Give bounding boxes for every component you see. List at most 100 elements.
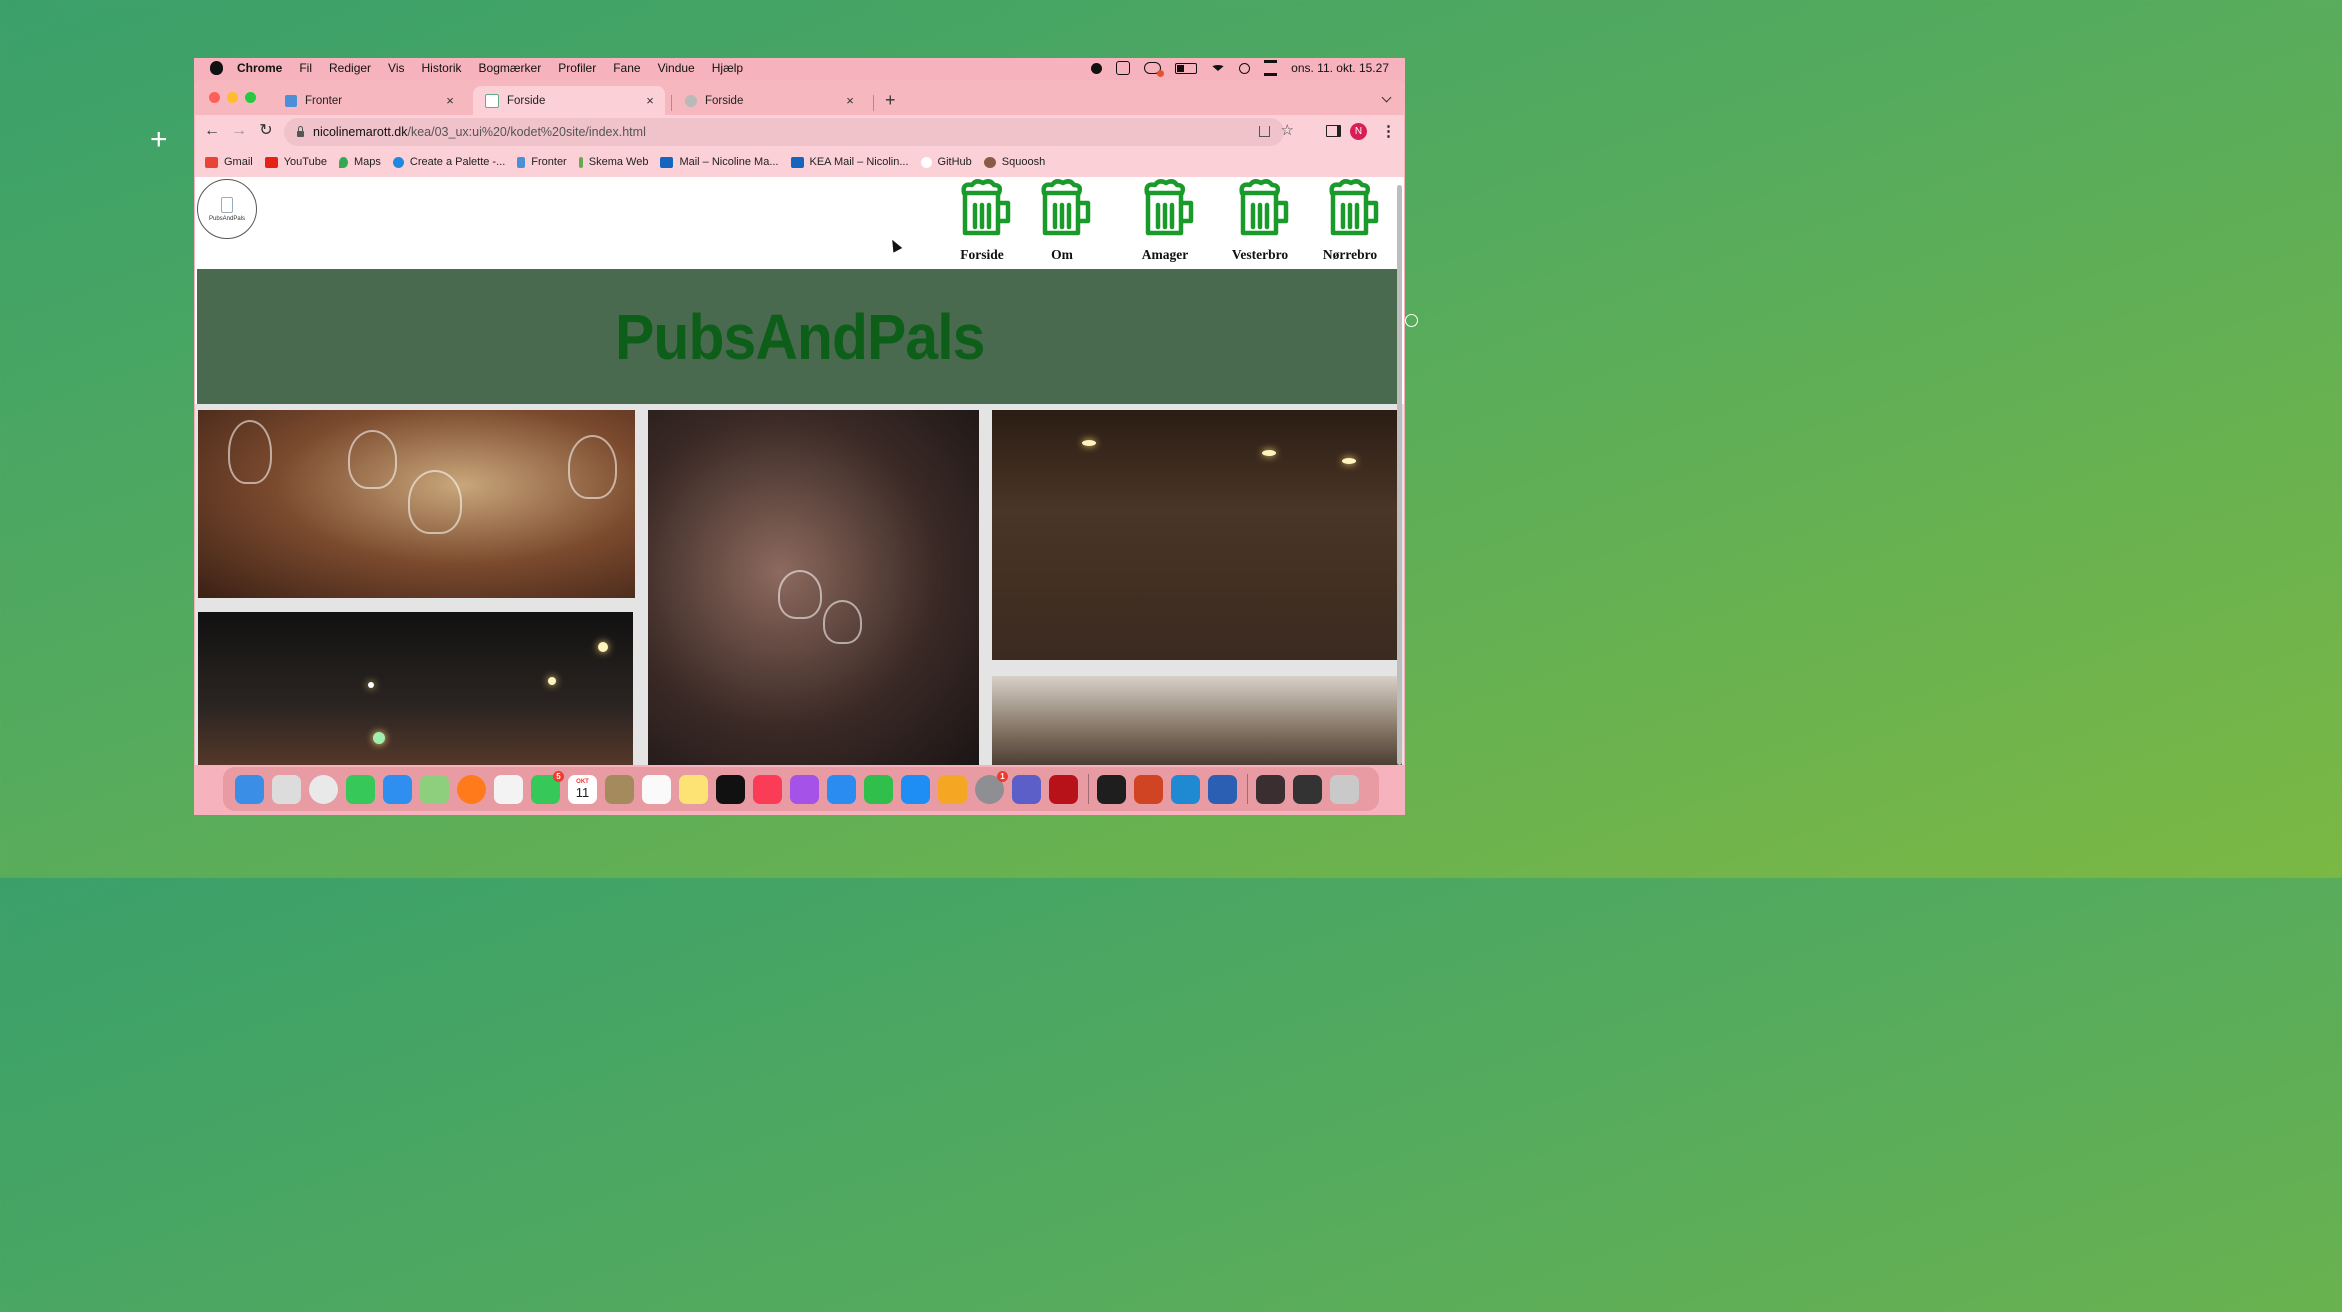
nav-amager[interactable]: Amager — [1125, 179, 1205, 263]
music-icon[interactable] — [753, 774, 782, 804]
menubar-clock[interactable]: ons. 11. okt. 15.27 — [1291, 61, 1389, 75]
figma-menubar-icon[interactable] — [1116, 61, 1131, 75]
site-logo[interactable]: PubsAndPals — [197, 179, 257, 239]
zoom-window-button[interactable] — [245, 92, 256, 103]
menu-vis[interactable]: Vis — [388, 61, 404, 75]
browser-menu-icon[interactable]: ⋮ — [1381, 122, 1396, 140]
figma-icon[interactable] — [1097, 774, 1126, 804]
powerpoint-icon[interactable] — [1134, 774, 1163, 804]
menu-rediger[interactable]: Rediger — [329, 61, 371, 75]
menu-hjaelp[interactable]: Hjælp — [712, 61, 743, 75]
finder-icon[interactable] — [235, 774, 264, 804]
nav-forside[interactable]: Forside — [942, 179, 1022, 263]
nav-norrebro[interactable]: Nørrebro — [1310, 179, 1390, 263]
nav-label: Om — [1051, 247, 1073, 262]
apple-icon[interactable] — [210, 61, 223, 75]
menu-fil[interactable]: Fil — [299, 61, 312, 75]
battery-icon[interactable] — [1175, 62, 1198, 74]
podcasts-icon[interactable] — [790, 774, 819, 804]
menu-fane[interactable]: Fane — [613, 61, 640, 75]
launchpad-icon[interactable] — [272, 774, 301, 804]
forward-icon[interactable]: → — [230, 122, 248, 140]
new-tab-icon[interactable]: + — [885, 90, 896, 111]
menu-historik[interactable]: Historik — [422, 61, 462, 75]
screen-record-icon[interactable] — [1091, 62, 1103, 74]
bookmark-fronter[interactable]: Fronter — [517, 156, 567, 168]
reload-icon[interactable]: ↻ — [257, 122, 275, 140]
vscode-icon[interactable] — [1171, 774, 1200, 804]
share-icon[interactable] — [1259, 126, 1270, 137]
firefox-icon[interactable] — [457, 774, 486, 804]
tab-forside[interactable]: Forside × — [673, 86, 865, 115]
lock-icon[interactable] — [297, 126, 304, 137]
close-window-button[interactable] — [209, 92, 220, 103]
contacts-icon[interactable] — [605, 774, 634, 804]
control-center-icon[interactable] — [1264, 60, 1278, 76]
back-icon[interactable]: ← — [203, 122, 221, 140]
bookmark-gmail[interactable]: Gmail — [205, 156, 253, 168]
bookmark-maps[interactable]: Maps — [338, 156, 381, 168]
notes-icon[interactable] — [679, 774, 708, 804]
dock-divider — [1088, 774, 1089, 804]
calendar-icon[interactable]: OKT 11 — [568, 774, 597, 804]
messages-icon[interactable] — [346, 774, 375, 804]
reminders-icon[interactable] — [642, 774, 671, 804]
tab-fronter[interactable]: Fronter × — [273, 86, 465, 115]
wifi-icon[interactable] — [1211, 65, 1226, 71]
outlook-icon — [660, 156, 674, 168]
photo-friends-cheers — [648, 410, 979, 765]
side-panel-icon[interactable] — [1326, 125, 1341, 137]
teams-icon[interactable] — [1012, 774, 1041, 804]
menu-bogmaerker[interactable]: Bogmærker — [479, 61, 542, 75]
apple-tv-icon[interactable] — [716, 774, 745, 804]
chrome-icon[interactable] — [309, 774, 338, 804]
numbers-icon[interactable] — [864, 774, 893, 804]
photos-icon[interactable] — [494, 774, 523, 804]
system-settings-icon[interactable]: 1 — [975, 770, 1008, 804]
glass-shape — [778, 570, 822, 619]
page-scrollbar[interactable] — [1397, 185, 1402, 765]
desktop-circle-icon — [1405, 314, 1418, 327]
bookmark-github[interactable]: GitHub — [920, 156, 972, 168]
maps-icon — [338, 156, 348, 168]
profile-avatar[interactable]: N — [1350, 123, 1367, 140]
tab-forside-active[interactable]: Forside × — [473, 86, 665, 115]
minimize-window-button[interactable] — [227, 92, 238, 103]
glass-shape — [408, 470, 462, 534]
app-store-icon[interactable] — [901, 774, 930, 804]
bookmark-star-icon[interactable]: ☆ — [1281, 121, 1294, 139]
beer-mug-icon — [961, 179, 1011, 236]
pages-icon[interactable] — [938, 774, 967, 804]
screen: Chrome Fil Rediger Vis Historik Bogmærke… — [194, 58, 1405, 815]
filezilla-icon[interactable] — [1049, 774, 1078, 804]
filezilla-window-icon[interactable] — [1256, 774, 1285, 804]
bookmark-squoosh[interactable]: Squoosh — [983, 156, 1045, 168]
close-tab-icon[interactable]: × — [443, 93, 457, 108]
nav-om[interactable]: Om — [1022, 179, 1102, 263]
site-favicon-icon — [485, 93, 499, 108]
outlook-icon — [790, 156, 804, 168]
close-tab-icon[interactable]: × — [643, 93, 657, 108]
menu-app-name[interactable]: Chrome — [237, 61, 282, 75]
address-bar[interactable]: nicolinemarott.dk/kea/03_ux:ui%20/kodet%… — [284, 118, 1294, 146]
bookmark-skema-web[interactable]: Skema Web — [578, 156, 648, 168]
bookmark-youtube[interactable]: YouTube — [264, 156, 327, 168]
trash-icon[interactable] — [1330, 774, 1359, 804]
bookmark-kea-mail[interactable]: KEA Mail – Nicolin... — [790, 156, 909, 168]
creative-cloud-icon[interactable] — [1144, 62, 1165, 77]
keynote-icon[interactable] — [827, 774, 856, 804]
bookmark-mail-nicoline[interactable]: Mail – Nicoline Ma... — [660, 156, 779, 168]
menu-vindue[interactable]: Vindue — [658, 61, 695, 75]
bookmark-create-palette[interactable]: Create a Palette -... — [392, 156, 505, 168]
mail-icon[interactable] — [383, 774, 412, 804]
menu-profiler[interactable]: Profiler — [558, 61, 596, 75]
tab-search-chevron-icon[interactable] — [1381, 92, 1392, 103]
minimized-window-icon[interactable] — [1293, 774, 1322, 804]
streetlight-shape — [598, 642, 608, 652]
spotlight-search-icon[interactable] — [1239, 62, 1251, 74]
facetime-icon[interactable]: 5 — [531, 770, 564, 804]
nav-vesterbro[interactable]: Vesterbro — [1220, 179, 1300, 263]
maps-icon[interactable] — [420, 774, 449, 804]
word-icon[interactable] — [1208, 774, 1237, 804]
close-tab-icon[interactable]: × — [843, 93, 857, 108]
